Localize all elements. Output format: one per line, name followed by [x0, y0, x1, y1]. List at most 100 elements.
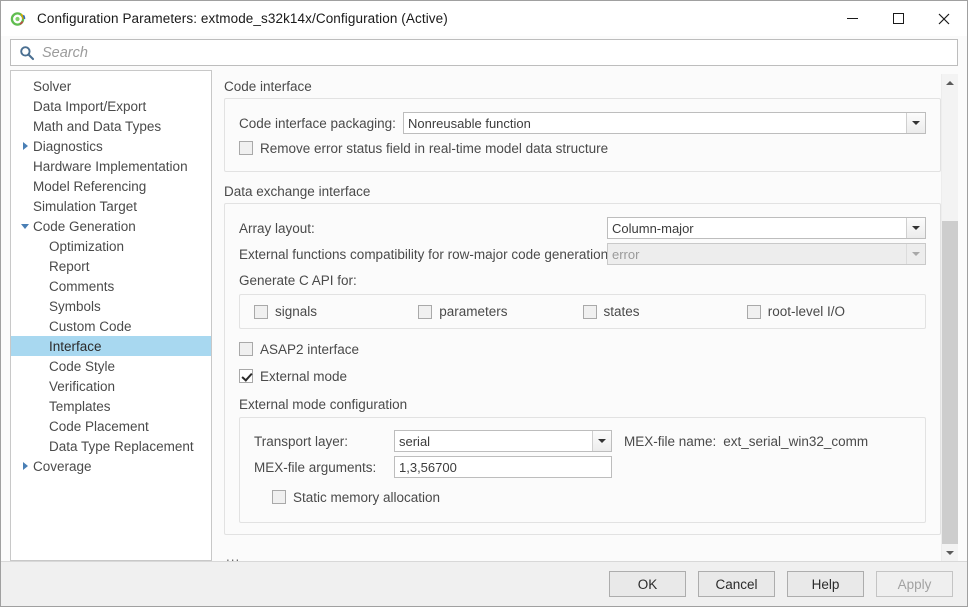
mex-file-arguments-input[interactable]: 1,3,56700 — [394, 456, 612, 478]
search-box[interactable] — [10, 39, 958, 66]
sidebar-item-interface[interactable]: Interface — [11, 336, 211, 356]
sidebar-item-code-generation[interactable]: Code Generation — [11, 216, 211, 236]
transport-layer-label: Transport layer: — [254, 434, 394, 449]
close-icon — [938, 13, 950, 25]
chevron-down-icon[interactable] — [906, 113, 925, 133]
maximize-button[interactable] — [875, 1, 921, 36]
array-layout-value: Column-major — [608, 218, 906, 238]
sidebar-item-label: Coverage — [33, 459, 92, 474]
sidebar-item-data-import-export[interactable]: Data Import/Export — [11, 96, 211, 116]
code-interface-packaging-dropdown[interactable]: Nonreusable function — [403, 112, 926, 134]
sidebar-item-custom-code[interactable]: Custom Code — [11, 316, 211, 336]
sidebar-item-comments[interactable]: Comments — [11, 276, 211, 296]
c-api-option-label: states — [604, 304, 640, 319]
scroll-down-button[interactable] — [942, 544, 958, 561]
external-functions-value: error — [608, 244, 906, 264]
sidebar-item-label: Report — [49, 259, 90, 274]
chevron-down-icon[interactable] — [906, 218, 925, 238]
sidebar-item-math-and-data-types[interactable]: Math and Data Types — [11, 116, 211, 136]
array-layout-dropdown[interactable]: Column-major — [607, 217, 926, 239]
generate-c-api-label: Generate C API for: — [239, 273, 926, 288]
c-api-checkbox[interactable] — [747, 305, 761, 319]
array-layout-label: Array layout: — [239, 221, 607, 236]
sidebar-item-coverage[interactable]: Coverage — [11, 456, 211, 476]
external-functions-dropdown: error — [607, 243, 926, 265]
arrow-right — [23, 462, 28, 470]
scrollbar-track[interactable] — [942, 91, 958, 544]
scrollbar-thumb[interactable] — [942, 221, 958, 544]
sidebar-item-label: Simulation Target — [33, 199, 137, 214]
static-memory-row[interactable]: Static memory allocation — [272, 484, 911, 510]
c-api-checkbox[interactable] — [254, 305, 268, 319]
sidebar-item-report[interactable]: Report — [11, 256, 211, 276]
search-input[interactable] — [42, 45, 957, 61]
chevron-down-icon — [906, 244, 925, 264]
static-memory-checkbox[interactable] — [272, 490, 286, 504]
cancel-button[interactable]: Cancel — [698, 571, 775, 597]
sidebar-item-templates[interactable]: Templates — [11, 396, 211, 416]
scroll-up-button[interactable] — [942, 74, 958, 91]
help-button[interactable]: Help — [787, 571, 864, 597]
c-api-option-signals[interactable]: signals — [254, 304, 418, 319]
mex-file-arguments-label: MEX-file arguments: — [254, 460, 394, 475]
external-mode-row[interactable]: External mode — [239, 363, 926, 389]
external-mode-config-label: External mode configuration — [239, 397, 926, 412]
sidebar-item-optimization[interactable]: Optimization — [11, 236, 211, 256]
sidebar-item-code-placement[interactable]: Code Placement — [11, 416, 211, 436]
external-functions-label: External functions compatibility for row… — [239, 247, 607, 262]
mex-file-name-label: MEX-file name: — [624, 434, 716, 449]
settings-tree[interactable]: SolverData Import/Export Math and Data Ty… — [10, 70, 212, 561]
remove-error-status-label: Remove error status field in real-time m… — [260, 141, 608, 156]
sidebar-item-label: Code Generation — [33, 219, 136, 234]
external-mode-config-group: Transport layer: serial MEX-file name: e… — [239, 417, 926, 523]
close-button[interactable] — [921, 1, 967, 36]
code-interface-packaging-value: Nonreusable function — [404, 113, 906, 133]
asap2-checkbox[interactable] — [239, 342, 253, 356]
sidebar-item-label: Interface — [49, 339, 102, 354]
ok-button[interactable]: OK — [609, 571, 686, 597]
remove-error-status-checkbox[interactable] — [239, 141, 253, 155]
sidebar-item-diagnostics[interactable]: Diagnostics — [11, 136, 211, 156]
c-api-option-parameters[interactable]: parameters — [418, 304, 582, 319]
chevron-down-icon[interactable] — [17, 224, 33, 229]
c-api-checkbox[interactable] — [418, 305, 432, 319]
sidebar-item-verification[interactable]: Verification — [11, 376, 211, 396]
sidebar-item-data-type-replacement[interactable]: Data Type Replacement — [11, 436, 211, 456]
minimize-icon — [847, 18, 858, 19]
code-interface-packaging-row: Code interface packaging: Nonreusable fu… — [239, 110, 926, 136]
sidebar-item-hardware-implementation[interactable]: Hardware Implementation — [11, 156, 211, 176]
window-controls — [829, 1, 967, 36]
c-api-checkbox[interactable] — [583, 305, 597, 319]
sidebar-item-code-style[interactable]: Code Style — [11, 356, 211, 376]
apply-button: Apply — [876, 571, 953, 597]
external-mode-checkbox[interactable] — [239, 369, 253, 383]
more-options-ellipsis[interactable]: ... — [226, 549, 941, 561]
sidebar-item-label: Code Placement — [49, 419, 149, 434]
sidebar-item-label: Custom Code — [49, 319, 132, 334]
sidebar-item-label: Symbols — [49, 299, 101, 314]
transport-layer-dropdown[interactable]: serial — [394, 430, 612, 452]
content-area: Code interface Code interface packaging:… — [212, 70, 958, 561]
c-api-option-states[interactable]: states — [583, 304, 747, 319]
sidebar-item-solver[interactable]: Solver — [11, 76, 211, 96]
asap2-row[interactable]: ASAP2 interface — [239, 335, 926, 363]
chevron-down-icon[interactable] — [592, 431, 611, 451]
remove-error-status-row[interactable]: Remove error status field in real-time m… — [239, 136, 926, 160]
external-mode-label: External mode — [260, 369, 347, 384]
chevron-right-icon[interactable] — [17, 142, 33, 150]
c-api-option-root-level-i-o[interactable]: root-level I/O — [747, 304, 911, 319]
generate-c-api-group: signalsparameters states root-level I/O — [239, 294, 926, 329]
sidebar-item-label: Hardware Implementation — [33, 159, 188, 174]
sidebar-item-label: Math and Data Types — [33, 119, 161, 134]
arrow-right — [23, 142, 28, 150]
sidebar-item-simulation-target[interactable]: Simulation Target — [11, 196, 211, 216]
sidebar-item-model-referencing[interactable]: Model Referencing — [11, 176, 211, 196]
minimize-button[interactable] — [829, 1, 875, 36]
sidebar-item-label: Comments — [49, 279, 114, 294]
vertical-scrollbar[interactable] — [941, 74, 958, 561]
sidebar-item-label: Diagnostics — [33, 139, 103, 154]
mex-file-name-value: ext_serial_win32_comm — [723, 434, 868, 449]
data-exchange-group: Array layout: Column-major External func… — [224, 203, 941, 535]
chevron-right-icon[interactable] — [17, 462, 33, 470]
sidebar-item-symbols[interactable]: Symbols — [11, 296, 211, 316]
